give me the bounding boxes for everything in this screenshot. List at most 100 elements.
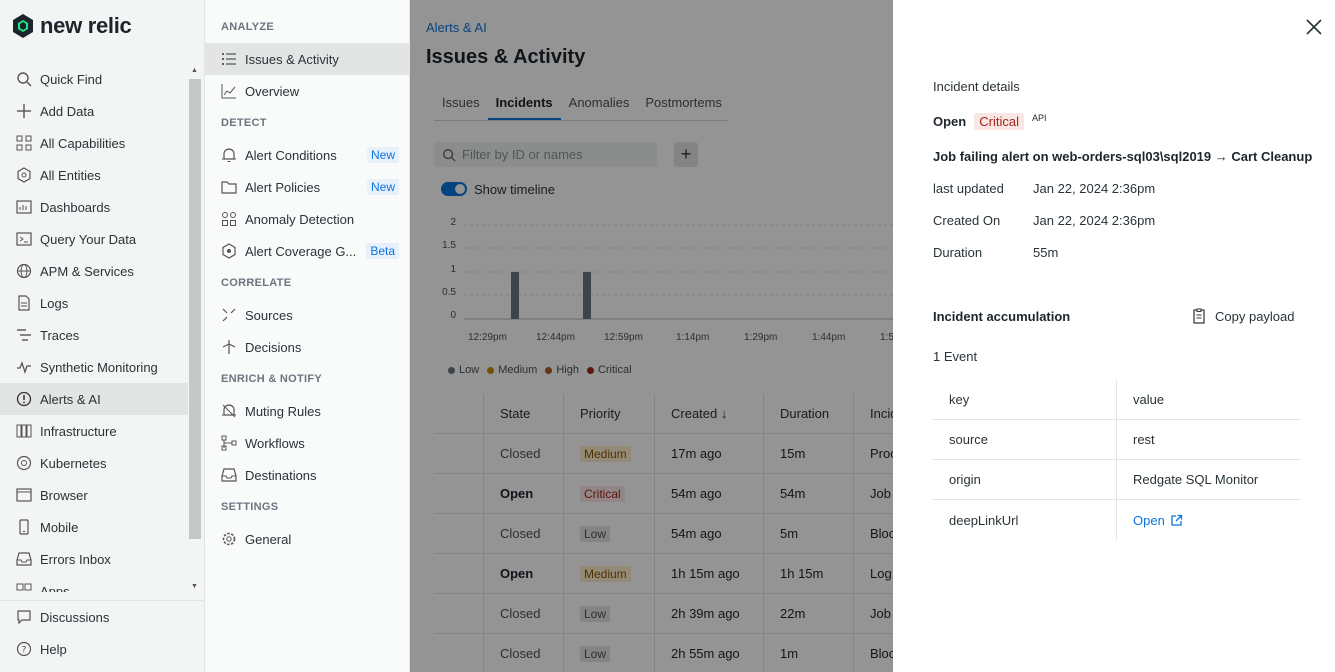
payload-value: Open: [1117, 513, 1183, 528]
scroll-up-icon[interactable]: ▲: [191, 67, 198, 74]
nav-item-help[interactable]: ? Help: [0, 633, 204, 665]
nav-item-kubernetes[interactable]: Kubernetes: [0, 447, 188, 479]
nav-item-label: APM & Services: [40, 263, 134, 279]
nav-item-label: Apps: [40, 583, 70, 593]
payload-value: rest: [1133, 432, 1155, 447]
subnav-general[interactable]: General: [205, 523, 409, 555]
globe-icon: [16, 263, 32, 279]
nav-item-apm-services[interactable]: APM & Services: [0, 255, 188, 287]
nav-item-infrastructure[interactable]: Infrastructure: [0, 415, 188, 447]
nav-list: Quick Find Add Data All Capabilities All…: [0, 63, 188, 592]
traces-icon: [17, 329, 31, 341]
logo-text: new relic: [40, 13, 132, 38]
subnav-label: Overview: [245, 83, 300, 99]
new-badge: New: [366, 179, 399, 195]
anomaly-icon: [222, 212, 236, 226]
nav-item-label: Help: [40, 641, 67, 657]
terminal-icon: [16, 232, 32, 246]
nav-item-apps[interactable]: Apps: [0, 575, 188, 592]
column-value: value: [1133, 392, 1165, 407]
nav-item-traces[interactable]: Traces: [0, 319, 188, 351]
workflow-icon: [221, 435, 237, 451]
nav-item-add-data[interactable]: Add Data: [0, 95, 188, 127]
subnav-alert-conditions[interactable]: Alert Conditions New: [205, 139, 409, 171]
copy-payload-label: Copy payload: [1215, 308, 1295, 324]
nav-item-all-capabilities[interactable]: All Capabilities: [0, 127, 188, 159]
decisions-icon: [222, 340, 236, 354]
nav-scrollbar[interactable]: ▲ ▼: [188, 63, 202, 592]
payload-key: origin: [933, 459, 1117, 500]
subnav-workflows[interactable]: Workflows: [205, 427, 409, 459]
search-icon: [17, 72, 32, 87]
last-updated-row: last updated Jan 22, 2024 2:36pm: [933, 181, 1155, 196]
gear-icon: [222, 532, 236, 546]
subnav-decisions[interactable]: Decisions: [205, 331, 409, 363]
subnav-overview[interactable]: Overview: [205, 75, 409, 107]
nav-item-mobile[interactable]: Mobile: [0, 511, 188, 543]
section-correlate: CORRELATE: [221, 277, 292, 289]
subnav-muting-rules[interactable]: Muting Rules: [205, 395, 409, 427]
nav-item-all-entities[interactable]: All Entities: [0, 159, 188, 191]
chart-icon: [221, 84, 236, 99]
nav-item-browser[interactable]: Browser: [0, 479, 188, 511]
scroll-down-icon[interactable]: ▼: [191, 583, 198, 590]
section-enrich-notify: ENRICH & NOTIFY: [221, 373, 323, 385]
last-updated-label: last updated: [933, 181, 1004, 196]
inbox-icon: [16, 552, 32, 566]
nav-item-query-your-data[interactable]: Query Your Data: [0, 223, 188, 255]
subnav-label: General: [245, 531, 292, 547]
document-icon: [18, 295, 30, 311]
subnav-label: Workflows: [245, 435, 305, 451]
new-relic-logo[interactable]: new relic: [12, 13, 132, 39]
list-icon: [222, 53, 236, 65]
deep-link-label: Open: [1133, 512, 1165, 528]
mute-bell-icon: [222, 404, 236, 418]
subnav-alert-coverage[interactable]: Alert Coverage G... Beta: [205, 235, 409, 267]
close-icon[interactable]: [1305, 18, 1323, 36]
nav-item-label: Dashboards: [40, 199, 111, 215]
incident-details-drawer: Incident details Open Critical API Job f…: [893, 0, 1335, 672]
created-row: Created On Jan 22, 2024 2:36pm: [933, 213, 1155, 228]
nav-bottom: Discussions ? Help: [0, 600, 204, 665]
subnav-alert-policies[interactable]: Alert Policies New: [205, 171, 409, 203]
nav-item-label: Synthetic Monitoring: [40, 359, 158, 375]
left-nav: new relic Quick Find Add Data All Capabi…: [0, 0, 205, 672]
clipboard-icon: [1193, 308, 1205, 324]
subnav-label: Sources: [245, 307, 293, 323]
nav-item-logs[interactable]: Logs: [0, 287, 188, 319]
nav-item-alerts-ai[interactable]: Alerts & AI: [0, 383, 188, 415]
nav-item-label: Traces: [40, 327, 80, 343]
beta-badge: Beta: [366, 243, 399, 259]
nav-item-discussions[interactable]: Discussions: [0, 601, 204, 633]
subnav-label: Alert Policies: [245, 179, 321, 195]
nav-item-errors-inbox[interactable]: Errors Inbox: [0, 543, 188, 575]
discussions-icon: [17, 610, 31, 625]
subnav-sources[interactable]: Sources: [205, 299, 409, 331]
subnav-anomaly-detection[interactable]: Anomaly Detection: [205, 203, 409, 235]
payload-key: source: [933, 419, 1117, 460]
mobile-icon: [19, 519, 29, 535]
external-link-icon: [1171, 514, 1182, 526]
copy-payload-button[interactable]: Copy payload: [1191, 308, 1295, 324]
scroll-thumb[interactable]: [189, 79, 201, 539]
payload-row: origin Redgate SQL Monitor: [933, 459, 1301, 500]
nav-item-dashboards[interactable]: Dashboards: [0, 191, 188, 223]
subnav-label: Alert Coverage G...: [245, 243, 357, 259]
payload-header: key value: [933, 379, 1301, 420]
event-count: 1 Event: [933, 349, 978, 364]
column-key: key: [933, 379, 1117, 420]
nav-item-label: All Entities: [40, 167, 101, 183]
incident-name: Job failing alert on web-orders-sql03\sq…: [933, 149, 1313, 164]
nav-item-label: Query Your Data: [40, 231, 137, 247]
grid-icon: [16, 135, 32, 151]
accumulation-heading: Incident accumulation: [933, 309, 1071, 324]
subnav-destinations[interactable]: Destinations: [205, 459, 409, 491]
apps-icon: [16, 583, 32, 591]
nav-item-synthetic-monitoring[interactable]: Synthetic Monitoring: [0, 351, 188, 383]
nav-item-quick-find[interactable]: Quick Find: [0, 63, 188, 95]
nav-item-label: Quick Find: [40, 71, 103, 87]
nav-item-label: Browser: [40, 487, 88, 503]
subnav-issues-activity[interactable]: Issues & Activity: [205, 43, 409, 75]
destinations-icon: [221, 468, 237, 482]
deep-link[interactable]: Open: [1133, 513, 1183, 528]
